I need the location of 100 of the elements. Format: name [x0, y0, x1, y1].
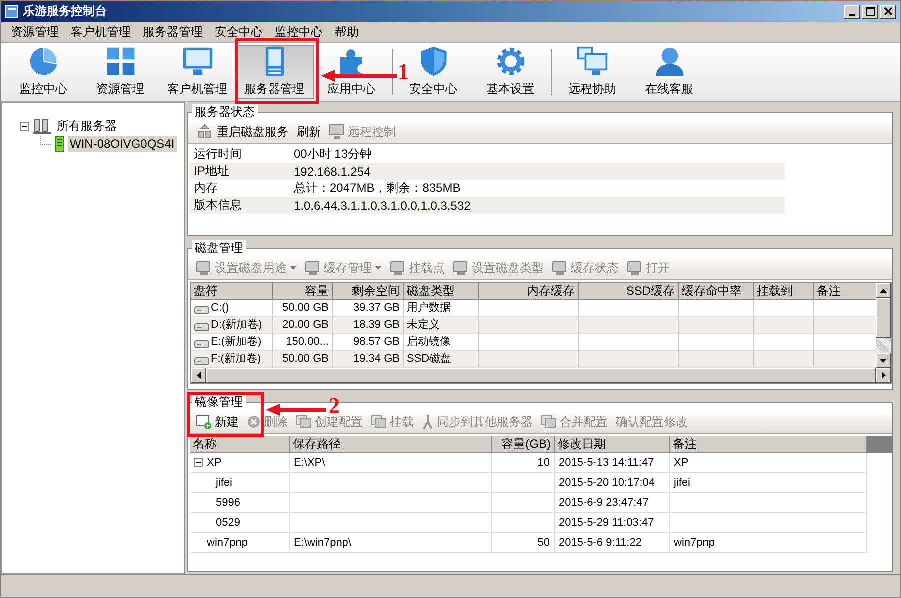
table-cell: 未定义 — [404, 317, 479, 334]
arrow — [266, 404, 326, 416]
windows-icon — [371, 415, 387, 429]
toolbar-button[interactable]: 监控中心 — [16, 45, 72, 99]
column-header[interactable]: 缓存命中率 — [679, 283, 754, 300]
remote-screens-icon — [576, 46, 610, 77]
windows-icon — [541, 415, 557, 429]
caret-icon — [375, 266, 382, 270]
table-cell — [492, 493, 555, 513]
tree-item[interactable]: 所有服务器 — [55, 116, 119, 136]
column-header[interactable]: 保存路径 — [290, 436, 492, 453]
column-header[interactable]: 盘符 — [191, 283, 273, 300]
table-cell: 2015-5-6 9:11:22 — [555, 533, 670, 553]
servers-icon — [33, 118, 51, 134]
toolbar-button[interactable]: 客户机管理 — [164, 45, 232, 99]
add-window-icon — [196, 414, 212, 430]
info-value: 192.168.1.254 — [294, 164, 371, 178]
info-label: 版本信息 — [193, 197, 243, 214]
toolbar-button[interactable]: 服务器管理 — [236, 45, 314, 99]
column-header[interactable]: SSD缓存 — [579, 283, 679, 300]
table-cell — [754, 317, 814, 334]
menu-item[interactable]: 安全中心 — [209, 24, 269, 40]
menu-item[interactable]: 客户机管理 — [65, 24, 137, 40]
menu-item[interactable]: 监控中心 — [269, 24, 329, 40]
info-value: 00小时 13分钟 — [294, 146, 372, 163]
maximize-button[interactable] — [862, 4, 878, 18]
vertical-scrollbar[interactable] — [876, 283, 891, 368]
scroll-down-icon[interactable] — [880, 358, 887, 362]
monitor-icon — [390, 260, 406, 276]
scrollbar-track[interactable] — [876, 338, 891, 353]
table-cell: E:\XP\ — [290, 453, 492, 473]
column-header[interactable]: 剩余空间 — [333, 283, 404, 300]
menu-item[interactable]: 服务器管理 — [137, 24, 209, 40]
scroll-left-icon[interactable] — [196, 372, 200, 379]
column-header[interactable]: 挂载到 — [754, 283, 814, 300]
minimize-icon — [849, 14, 855, 16]
table-cell: 50.00 GB — [273, 351, 333, 368]
table-cell: win7pnp — [670, 533, 867, 553]
delete-icon — [247, 415, 261, 429]
scroll-up-icon[interactable] — [880, 288, 887, 292]
toolbar-button[interactable]: 远程协助 — [564, 45, 620, 99]
monitor-icon — [329, 124, 345, 140]
tree-item[interactable]: WIN-08OIVG0QS4I — [68, 136, 177, 152]
scrollbar-thumb[interactable] — [876, 298, 891, 338]
toolbar-button[interactable]: 应用中心 — [324, 45, 380, 99]
image-name: 0529 — [215, 516, 240, 528]
table-cell: 18.39 GB — [333, 317, 404, 334]
menu-item[interactable]: 资源管理 — [5, 24, 65, 40]
monitor-icon — [627, 260, 643, 276]
close-button[interactable] — [880, 4, 896, 18]
toolbar-button[interactable]: 在线客服 — [642, 45, 698, 99]
table-cell: 10 — [492, 453, 555, 473]
group-title: 服务器状态 — [192, 104, 258, 121]
column-header[interactable]: 容量(GB) — [492, 436, 555, 453]
collapse-toggle[interactable] — [194, 458, 203, 467]
drive-name: D:(新加卷) — [211, 318, 262, 333]
toolbar-button[interactable]: 基本设置 — [482, 45, 538, 99]
window-title: 乐游服务控制台 — [23, 3, 107, 20]
info-label: IP地址 — [193, 163, 230, 180]
drive-name: F:(新加卷) — [211, 352, 262, 367]
toolbar-button[interactable]: 资源管理 — [92, 45, 148, 99]
drive-name: C:() — [211, 301, 230, 316]
group-title: 镜像管理 — [192, 394, 246, 411]
column-header[interactable]: 磁盘类型 — [404, 283, 479, 300]
close-icon — [884, 7, 892, 16]
image-name: XP — [207, 456, 222, 468]
windows-icon — [296, 415, 312, 429]
toolbar-button[interactable]: 重启磁盘服务 — [196, 124, 289, 140]
branch-icon — [422, 414, 434, 430]
column-header[interactable]: 修改日期 — [555, 436, 670, 453]
menu-item[interactable]: 帮助 — [329, 24, 365, 40]
table-cell: 50 — [492, 533, 555, 553]
table-cell: jifei — [670, 473, 867, 493]
table-cell — [492, 513, 555, 533]
image-name: win7pnp — [206, 536, 248, 548]
image-name: 5996 — [215, 496, 240, 508]
toolbar-button[interactable]: 新建 — [196, 414, 239, 430]
column-header[interactable]: 容量 — [273, 283, 333, 300]
table-cell — [492, 473, 555, 493]
maximize-icon — [866, 7, 874, 16]
minimize-button[interactable] — [844, 4, 860, 18]
image-name: jifei — [214, 476, 233, 488]
column-header[interactable]: 名称 — [190, 436, 290, 453]
toolbar-button[interactable]: 刷新 — [297, 124, 321, 140]
info-value: 总计：2047MB，剩余：835MB — [294, 180, 461, 197]
caret-icon — [290, 266, 297, 270]
collapse-toggle[interactable] — [20, 122, 29, 130]
info-label: 运行时间 — [193, 146, 243, 163]
column-header[interactable]: 内存缓存 — [479, 283, 579, 300]
table-cell: 2015-5-29 11:03:47 — [555, 513, 670, 533]
info-value: 1.0.6.44,3.1.1.0,3.1.0.0,1.0.3.532 — [294, 198, 471, 212]
monitor-icon — [305, 260, 321, 276]
column-header[interactable]: 备注 — [670, 436, 867, 453]
table-cell: 20.00 GB — [273, 317, 333, 334]
monitor-icon — [453, 260, 469, 276]
table-cell: SSD磁盘 — [404, 351, 479, 368]
scroll-right-icon[interactable] — [882, 372, 886, 379]
table-cell: E:\win7pnp\ — [290, 533, 492, 553]
app-icon — [5, 4, 19, 18]
server-icon — [55, 136, 64, 152]
